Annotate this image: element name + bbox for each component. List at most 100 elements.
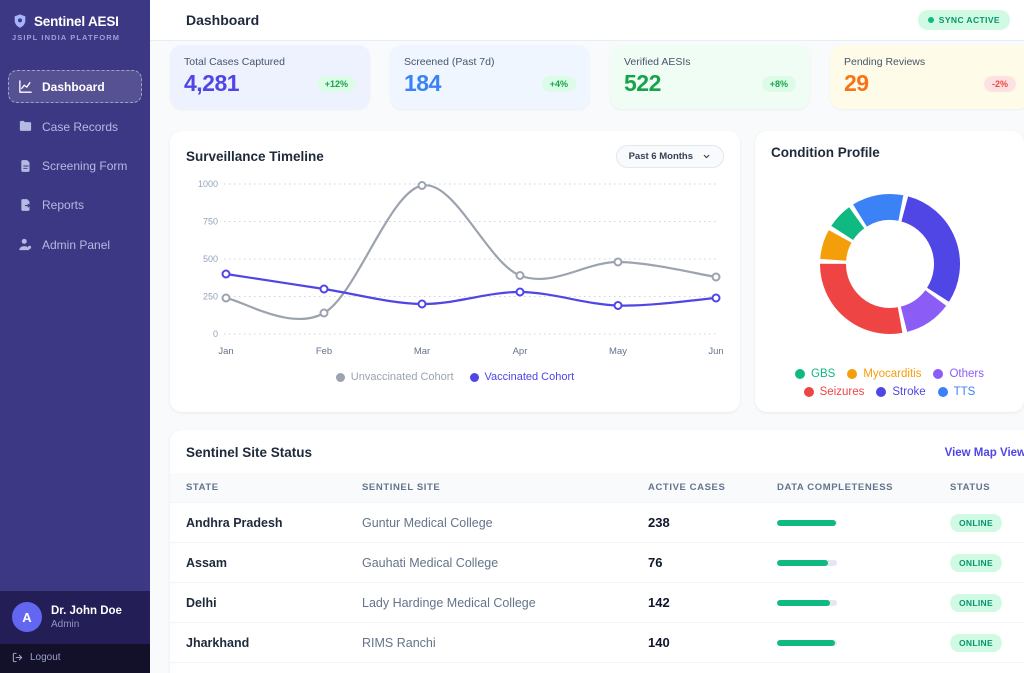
- timeline-title: Surveillance Timeline: [186, 149, 324, 164]
- cell-state: Jharkhand: [186, 636, 362, 650]
- stat-row: 4,281 +12%: [184, 70, 356, 97]
- content: Total Cases Captured4,281+12%Screened (P…: [150, 41, 1024, 673]
- donut-segment-stroke: [904, 209, 946, 295]
- app-name: Sentinel AESI: [34, 14, 119, 29]
- svg-text:0: 0: [213, 329, 218, 339]
- sidebar-nav: Dashboard Case Records Screening Form Repor…: [0, 50, 150, 281]
- shield-logo-icon: [12, 13, 28, 29]
- view-map-link[interactable]: View Map View: [945, 447, 1024, 459]
- stat-value: 4,281: [184, 70, 239, 97]
- brand: Sentinel AESI JSIPL INDIA PLATFORM: [0, 0, 150, 50]
- stat-delta-badge: +4%: [542, 76, 576, 92]
- stat-value: 522: [624, 70, 661, 97]
- folder-icon: [18, 119, 33, 134]
- legend-unvaccinated-cohort: Unvaccinated Cohort: [336, 371, 454, 383]
- table-row[interactable]: AssamGauhati Medical College76ONLINE: [170, 542, 1024, 582]
- legend-label: Unvaccinated Cohort: [351, 371, 454, 383]
- legend-others: Others: [933, 368, 984, 380]
- legend-label: Seizures: [820, 386, 865, 398]
- sync-label: SYNC ACTIVE: [939, 15, 1000, 25]
- file-text-icon: [18, 159, 33, 173]
- range-select[interactable]: Past 6 Months: [616, 145, 724, 168]
- completeness-fill: [777, 560, 828, 566]
- completeness-bar: [777, 560, 837, 566]
- unvaccinated-cohort-dot-icon: [336, 373, 345, 382]
- sidebar-item-label: Dashboard: [42, 80, 105, 94]
- stat-row: 522+8%: [624, 70, 796, 97]
- sidebar-item-screening-form[interactable]: Screening Form: [8, 150, 142, 182]
- sidebar-item-admin-panel[interactable]: Admin Panel: [8, 228, 142, 261]
- main-area: Dashboard SYNC ACTIVE Total Cases Captur…: [150, 0, 1024, 673]
- svg-text:1000: 1000: [198, 179, 218, 189]
- topbar: Dashboard SYNC ACTIVE: [150, 0, 1024, 41]
- legend-label: Stroke: [892, 386, 925, 398]
- sidebar-item-case-records[interactable]: Case Records: [8, 110, 142, 143]
- sync-status-badge: SYNC ACTIVE: [918, 10, 1010, 30]
- table-row[interactable]: Andhra PradeshGuntur Medical College238O…: [170, 502, 1024, 542]
- status-badge: ONLINE: [950, 514, 1002, 532]
- table-row[interactable]: DelhiLady Hardinge Medical College142ONL…: [170, 582, 1024, 622]
- completeness-fill: [777, 520, 836, 526]
- col-site: SENTINEL SITE: [362, 482, 648, 493]
- chart-line-icon: [18, 79, 33, 94]
- file-export-icon: [18, 198, 33, 212]
- donut-svg: [810, 184, 970, 344]
- table-row[interactable]: JharkhandRIMS Ranchi140ONLINE: [170, 622, 1024, 662]
- status-badge: ONLINE: [950, 554, 1002, 572]
- stat-label: Verified AESIs: [624, 56, 796, 68]
- legend-label: GBS: [811, 368, 835, 380]
- avatar: A: [12, 602, 42, 632]
- legend-gbs: GBS: [795, 368, 835, 380]
- sidebar: Sentinel AESI JSIPL INDIA PLATFORM Dashb…: [0, 0, 150, 673]
- logout-button[interactable]: Logout: [0, 644, 150, 673]
- sidebar-item-dashboard[interactable]: Dashboard: [8, 70, 142, 103]
- condition-profile-card: Condition Profile GBSMyocarditisOthersSe…: [755, 131, 1024, 412]
- legend-label: Myocarditis: [863, 368, 921, 380]
- others-dot-icon: [933, 369, 943, 379]
- sidebar-item-label: Admin Panel: [42, 238, 110, 252]
- donut-segment-seizures: [833, 264, 900, 321]
- stat-value: 29: [844, 70, 869, 97]
- timeline-legend: Unvaccinated Cohort Vaccinated Cohort: [186, 371, 724, 387]
- donut-segment-myocarditis: [833, 236, 840, 259]
- cell-status: ONLINE: [950, 593, 1024, 612]
- cell-site: Gauhati Medical College: [362, 556, 648, 570]
- completeness-bar: [777, 640, 837, 646]
- legend-tts: TTS: [938, 386, 976, 398]
- stat-delta-badge: -2%: [984, 76, 1016, 92]
- cell-site: Lady Hardinge Medical College: [362, 596, 648, 610]
- legend-myocarditis: Myocarditis: [847, 368, 921, 380]
- gbs-dot-icon: [795, 369, 805, 379]
- legend-seizures: Seizures: [804, 386, 865, 398]
- cell-state: Assam: [186, 556, 362, 570]
- stat-card-total-cases-captured: Total Cases Captured4,281+12%: [170, 45, 370, 109]
- sidebar-item-label: Reports: [42, 198, 84, 212]
- sentinel-site-status-card: Sentinel Site Status View Map View STATE…: [170, 430, 1024, 673]
- seizures-dot-icon: [804, 387, 814, 397]
- table-title: Sentinel Site Status: [186, 445, 312, 460]
- stat-delta-badge: +12%: [317, 76, 356, 92]
- stat-card-pending-reviews: Pending Reviews 29 -2%: [830, 45, 1024, 109]
- col-status: STATUS: [950, 482, 1024, 493]
- myocarditis-dot-icon: [847, 369, 857, 379]
- table-row[interactable]: KarnatakaBangalore Medical College54ONLI…: [170, 662, 1024, 673]
- status-badge: ONLINE: [950, 594, 1002, 612]
- donut-segment-others: [903, 298, 935, 319]
- cell-status: ONLINE: [950, 633, 1024, 652]
- user-admin-icon: [18, 237, 33, 252]
- stat-label: Screened (Past 7d): [404, 56, 576, 68]
- sidebar-item-label: Case Records: [42, 120, 118, 134]
- vaccinated-cohort-dot-icon: [470, 373, 479, 382]
- sidebar-item-reports[interactable]: Reports: [8, 189, 142, 221]
- status-badge: ONLINE: [950, 634, 1002, 652]
- stat-row: 184+4%: [404, 70, 576, 97]
- stat-card-screened-past-7d-: Screened (Past 7d) 184+4%: [390, 45, 590, 109]
- legend-label: Others: [949, 368, 984, 380]
- logout-icon: [12, 652, 23, 663]
- donut-chart: [771, 184, 1008, 344]
- svg-text:500: 500: [203, 254, 218, 264]
- range-label: Past 6 Months: [629, 151, 693, 162]
- stats-row: Total Cases Captured4,281+12%Screened (P…: [170, 45, 1024, 109]
- legend-vaccinated-cohort: Vaccinated Cohort: [470, 371, 575, 383]
- stat-label: Pending Reviews: [844, 56, 1016, 68]
